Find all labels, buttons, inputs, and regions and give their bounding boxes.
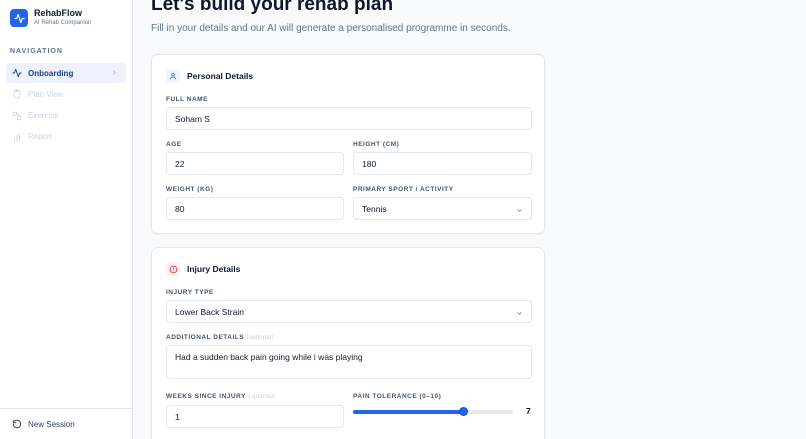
additional-details-value: Had a sudden back pain going while i was… [175,352,363,362]
alert-circle-icon [166,262,180,276]
sidebar: RehabFlow AI Rehab Companion NAVIGATION … [0,0,133,439]
brand[interactable]: RehabFlow AI Rehab Companion [10,8,91,28]
new-session-label: New Session [28,419,75,429]
pain-tolerance-label: PAIN TOLERANCE (0–10) [353,393,442,400]
weeks-value: 1 [175,411,180,422]
chevron-down-icon [516,309,523,319]
full-name-label: FULL NAME [166,96,208,103]
exercise-icon [12,111,22,121]
sport-label: PRIMARY SPORT / ACTIVITY [353,186,454,193]
sidebar-item-onboarding[interactable]: Onboarding [6,63,126,83]
sidebar-item-label: Report [28,132,53,142]
height-value: 180 [362,158,377,169]
user-icon [166,69,180,83]
activity-icon [12,68,22,78]
clipboard-icon [12,89,22,99]
weeks-label-text: WEEKS SINCE INJURY [166,393,246,400]
slider-thumb[interactable] [458,407,468,416]
bar-chart-icon [12,132,22,142]
injury-details-title: Injury Details [187,264,241,274]
new-session-button[interactable]: New Session [0,408,133,439]
full-name-input[interactable]: Soham S [166,107,532,130]
additional-details-label: ADDITIONAL DETAILS (optional) [166,334,274,341]
nav-list: Onboarding Plan View Exercise Report [6,63,126,148]
weight-value: 80 [175,203,185,214]
nav-heading: NAVIGATION [10,48,63,55]
sidebar-item-exercise[interactable]: Exercise [6,106,126,126]
age-label: AGE [166,141,182,148]
weeks-since-injury-label: WEEKS SINCE INJURY (optional) [166,393,275,400]
slider-fill [353,410,464,414]
chevron-right-icon [111,68,118,79]
height-label: HEIGHT (CM) [353,141,400,148]
age-input[interactable]: 22 [166,152,344,175]
additional-details-label-text: ADDITIONAL DETAILS [166,334,245,341]
personal-details-card: Personal Details FULL NAME Soham S AGE 2… [151,54,545,234]
injury-details-header: Injury Details [166,262,240,276]
page-title: Let's build your rehab plan [151,0,394,15]
sidebar-item-label: Plan View [28,89,64,99]
injury-type-select[interactable]: Lower Back Strain [166,300,532,323]
additional-details-textarea[interactable]: Had a sudden back pain going while i was… [166,345,532,379]
brand-subtitle: AI Rehab Companion [34,20,92,26]
injury-type-label: INJURY TYPE [166,289,214,296]
height-input[interactable]: 180 [353,152,532,175]
pain-tolerance-slider[interactable] [353,407,513,417]
optional-tag: (optional) [248,393,276,400]
age-value: 22 [175,158,185,169]
sport-value: Tennis [362,203,387,214]
refresh-icon [12,419,22,429]
brand-name: RehabFlow [34,8,83,18]
weight-input[interactable]: 80 [166,197,344,220]
personal-details-header: Personal Details [166,69,253,83]
sidebar-item-report[interactable]: Report [6,127,126,147]
injury-details-card: Injury Details INJURY TYPE Lower Back St… [151,247,545,439]
page-subtitle: Fill in your details and our AI will gen… [151,23,511,34]
activity-logo-icon [10,9,28,27]
weight-label: WEIGHT (KG) [166,186,214,193]
sidebar-item-label: Exercise [28,111,59,121]
sidebar-item-label: Onboarding [28,68,74,78]
injury-type-value: Lower Back Strain [175,306,244,317]
sport-select[interactable]: Tennis [353,197,532,220]
sidebar-item-plan-view[interactable]: Plan View [6,84,126,104]
chevron-down-icon [516,206,523,216]
weeks-since-injury-input[interactable]: 1 [166,405,344,428]
optional-tag: (optional) [246,334,274,341]
pain-tolerance-value: 7 [526,406,531,416]
full-name-value: Soham S [175,113,210,124]
personal-details-title: Personal Details [187,71,254,81]
